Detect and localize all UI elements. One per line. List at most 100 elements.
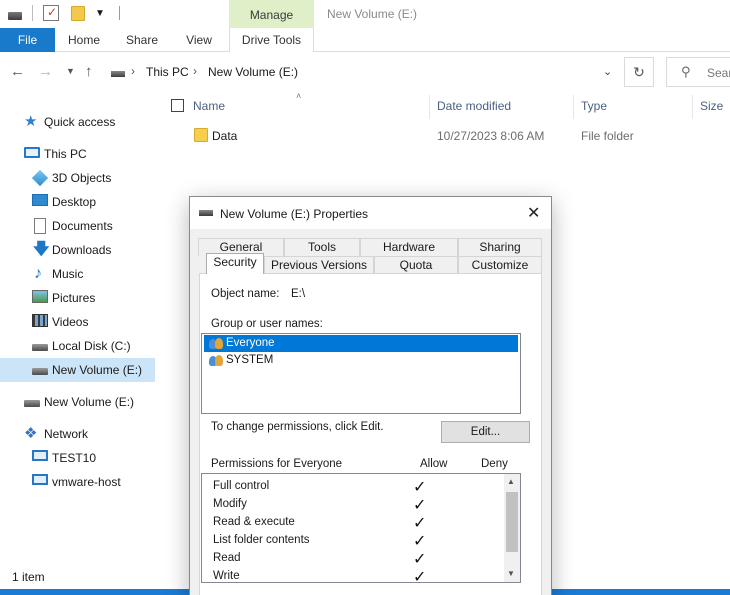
group-user-list[interactable]: Everyone SYSTEM: [201, 333, 521, 414]
drive-icon: [24, 400, 40, 407]
refresh-icon: ↻: [633, 64, 645, 80]
sidebar-item-quick-access[interactable]: ★ Quick access: [0, 110, 155, 134]
allow-check-icon: ✓: [413, 515, 427, 532]
up-arrow-icon[interactable]: ↑: [85, 63, 93, 80]
column-header-type[interactable]: Type: [581, 99, 607, 113]
sidebar-item-label: Music: [52, 267, 84, 281]
allow-check-icon: ✓: [413, 497, 427, 514]
documents-icon: [34, 218, 46, 234]
column-divider[interactable]: [573, 95, 574, 119]
permission-name: Read: [213, 552, 241, 564]
address-bar[interactable]: › This PC › New Volume (E:): [104, 57, 624, 87]
tab-view[interactable]: View: [178, 28, 220, 52]
sidebar-item-pictures[interactable]: Pictures: [0, 286, 155, 310]
drive-icon: [8, 12, 22, 20]
close-icon[interactable]: ✕: [527, 203, 540, 223]
3d-objects-icon: [31, 169, 49, 187]
permissions-list[interactable]: Full control ✓ Modify ✓ Read & execute ✓…: [201, 473, 521, 586]
address-dropdown-icon[interactable]: ⌄: [603, 65, 612, 78]
scroll-down-icon[interactable]: ▼: [507, 569, 515, 578]
new-folder-icon[interactable]: [71, 5, 85, 21]
column-header-name[interactable]: Name: [193, 99, 225, 113]
sidebar-item-label: This PC: [44, 147, 87, 161]
column-header-size[interactable]: Size: [700, 99, 723, 113]
sidebar-item-label: Pictures: [52, 291, 96, 305]
scrollbar-thumb[interactable]: [506, 492, 518, 552]
forward-arrow-icon[interactable]: →: [38, 63, 53, 80]
downloads-icon: 🡇: [33, 241, 50, 258]
permission-row-read-execute: Read & execute ✓: [202, 514, 502, 532]
tab-quota[interactable]: Quota: [374, 256, 458, 274]
navigation-bar: ← → ▼ ↑ › This PC › New Volume (E:) ⌄ ↻ …: [0, 57, 730, 87]
change-permissions-hint: To change permissions, click Edit.: [211, 421, 384, 433]
breadcrumb-chevron-icon[interactable]: ›: [193, 64, 197, 78]
scroll-up-icon[interactable]: ▲: [507, 477, 515, 486]
group-names-label: Group or user names:: [211, 318, 323, 330]
sidebar-item-music[interactable]: ♪ Music: [0, 262, 155, 286]
recent-locations-icon[interactable]: ▼: [66, 66, 75, 76]
search-icon: ⚲: [681, 64, 691, 79]
breadcrumb-new-volume[interactable]: New Volume (E:): [208, 65, 298, 79]
tab-share[interactable]: Share: [120, 28, 164, 52]
tab-drive-tools[interactable]: Drive Tools: [229, 28, 314, 52]
permission-row-read: Read ✓: [202, 550, 502, 568]
tab-sharing[interactable]: Sharing: [458, 238, 542, 256]
sidebar-item-new-volume-e[interactable]: New Volume (E:): [0, 358, 155, 382]
properties-dialog: New Volume (E:) Properties ✕ General Too…: [189, 196, 552, 595]
monitor-icon: [32, 450, 48, 461]
sidebar-item-network[interactable]: ❖ Network: [0, 422, 155, 446]
tab-home[interactable]: Home: [62, 28, 106, 52]
customize-toolbar-dropdown-icon[interactable]: ▼: [95, 8, 105, 19]
allow-check-icon: ✓: [413, 533, 427, 550]
sidebar-item-test10[interactable]: TEST10: [0, 446, 155, 470]
sidebar-item-3d-objects[interactable]: 3D Objects: [0, 166, 155, 190]
list-item-system[interactable]: SYSTEM: [204, 352, 518, 369]
breadcrumb-chevron-icon[interactable]: ›: [131, 64, 135, 78]
search-box[interactable]: ⚲ Sear: [666, 57, 730, 87]
tab-file[interactable]: File: [0, 28, 55, 52]
tab-customize[interactable]: Customize: [458, 256, 542, 274]
sidebar-item-label: Videos: [52, 315, 89, 329]
column-header-date-modified[interactable]: Date modified: [437, 99, 511, 113]
back-arrow-icon[interactable]: ←: [10, 63, 25, 80]
monitor-icon: [32, 474, 48, 485]
sidebar-item-label: Documents: [52, 219, 113, 233]
permissions-scrollbar[interactable]: ▲ ▼: [504, 474, 520, 582]
tab-hardware[interactable]: Hardware: [360, 238, 458, 256]
sidebar-item-desktop[interactable]: Desktop: [0, 190, 155, 214]
user-name: Everyone: [226, 337, 275, 349]
sidebar-item-local-disk-c[interactable]: Local Disk (C:): [0, 334, 155, 358]
sidebar-item-this-pc[interactable]: This PC: [0, 142, 155, 166]
column-divider[interactable]: [429, 95, 430, 119]
toolbar-divider: [118, 6, 120, 20]
file-row[interactable]: Data 10/27/2023 8:06 AM File folder: [187, 126, 657, 146]
tab-tools[interactable]: Tools: [284, 238, 360, 256]
users-icon: [208, 337, 224, 350]
sidebar-item-new-volume-e-root[interactable]: New Volume (E:): [0, 390, 155, 414]
tab-security[interactable]: Security: [206, 253, 264, 274]
column-divider[interactable]: [692, 95, 693, 119]
file-date: 10/27/2023 8:06 AM: [437, 129, 545, 143]
sidebar-item-vmware-host[interactable]: vmware-host: [0, 470, 155, 494]
sidebar-item-documents[interactable]: Documents: [0, 214, 155, 238]
user-name: SYSTEM: [226, 354, 274, 366]
edit-button[interactable]: Edit...: [441, 421, 530, 443]
status-item-count: 1 item: [12, 570, 45, 584]
allow-check-icon: ✓: [413, 569, 427, 586]
sidebar-item-downloads[interactable]: 🡇 Downloads: [0, 238, 155, 262]
tab-previous-versions[interactable]: Previous Versions: [264, 256, 374, 274]
folder-icon: [194, 128, 208, 142]
list-item-everyone[interactable]: Everyone: [204, 335, 518, 352]
sidebar-item-videos[interactable]: Videos: [0, 310, 155, 334]
breadcrumb-this-pc[interactable]: This PC: [146, 65, 189, 79]
star-icon: ★: [24, 113, 38, 130]
select-all-checkbox[interactable]: [171, 99, 184, 112]
manage-context-tab[interactable]: Manage: [229, 0, 314, 28]
search-placeholder: Sear: [707, 66, 730, 80]
drive-icon: [111, 71, 125, 77]
file-type: File folder: [581, 129, 634, 143]
desktop-icon: [32, 194, 48, 206]
refresh-button[interactable]: ↻: [624, 57, 654, 87]
properties-icon[interactable]: [43, 5, 59, 21]
sort-ascending-icon: ˄: [296, 91, 302, 101]
